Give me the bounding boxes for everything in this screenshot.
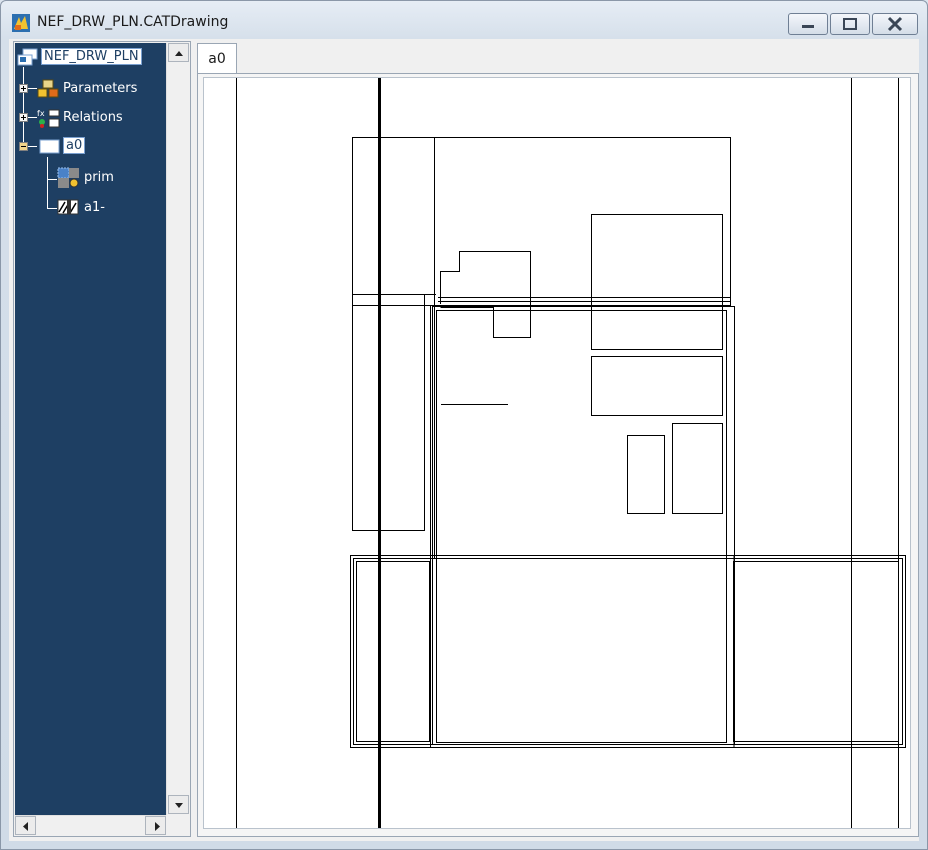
- window-title: NEF_DRW_PLN.CATDrawing: [37, 14, 229, 30]
- drawing-sheet-frame: [197, 73, 919, 837]
- svg-text:fx: fx: [37, 109, 45, 118]
- close-icon: [887, 16, 903, 32]
- tree-connector: [47, 179, 57, 180]
- scroll-left-button[interactable]: [15, 816, 36, 835]
- right-box-upper: [591, 214, 723, 350]
- scroll-right-button[interactable]: [145, 816, 166, 835]
- base-inner: [353, 558, 903, 745]
- tree-connector: [28, 117, 37, 118]
- tree-connector: [47, 208, 57, 209]
- main-view-icon: [57, 167, 79, 188]
- title-bar[interactable]: NEF_DRW_PLN.CATDrawing: [1, 1, 927, 39]
- arrow-left-icon: [23, 822, 28, 831]
- sheet-icon: [39, 139, 60, 154]
- arrow-up-icon: [175, 51, 183, 56]
- catia-drawing-icon: [12, 14, 30, 32]
- collapse-minus-icon[interactable]: [19, 142, 28, 151]
- main-body-inner: [436, 310, 727, 743]
- section-view-icon: [57, 199, 79, 215]
- client-area: NEF_DRW_PLN Parameters fx Relations a0 p…: [9, 39, 919, 841]
- tree-vertical-scrollbar[interactable]: [166, 43, 190, 815]
- base-left-bay: [356, 561, 430, 742]
- app-window: NEF_DRW_PLN.CATDrawing NEF_DRW_PLN Param…: [0, 0, 928, 850]
- tree-label-a0: a0: [63, 137, 86, 154]
- tree-label-a1: a1-: [84, 200, 105, 215]
- minimize-button[interactable]: [788, 13, 828, 35]
- tree-horizontal-scrollbar[interactable]: [15, 815, 166, 836]
- tree-connector: [28, 146, 37, 147]
- drawing-geometry: [236, 78, 906, 828]
- tree-label-parameters: Parameters: [63, 81, 138, 96]
- expand-plus-icon[interactable]: [19, 113, 28, 122]
- tree-connector: [28, 88, 37, 89]
- minimize-icon: [802, 25, 814, 28]
- tab-sheet-a0[interactable]: a0: [197, 43, 237, 73]
- parameters-icon: [37, 79, 59, 98]
- specification-tree-panel: NEF_DRW_PLN Parameters fx Relations a0 p…: [13, 41, 191, 837]
- tree-connector: [23, 67, 24, 147]
- small-box-left: [627, 435, 665, 514]
- main-body-outer: [432, 306, 735, 745]
- tree-connector: [47, 157, 48, 209]
- arrow-down-icon: [175, 803, 183, 808]
- close-button[interactable]: [872, 13, 918, 35]
- tree-label-root: NEF_DRW_PLN: [41, 48, 142, 65]
- drawing-root-icon: [17, 48, 38, 66]
- upper-block-outline: [352, 137, 731, 306]
- arrow-right-icon: [155, 822, 160, 831]
- maximize-button[interactable]: [830, 13, 870, 35]
- scroll-down-button[interactable]: [168, 795, 189, 814]
- right-box-middle: [591, 356, 723, 416]
- left-tall-block: [352, 294, 425, 531]
- maximize-icon: [843, 18, 857, 30]
- specification-tree[interactable]: NEF_DRW_PLN Parameters fx Relations a0 p…: [15, 43, 166, 815]
- base-right-bay: [733, 561, 899, 742]
- expand-plus-icon[interactable]: [19, 84, 28, 93]
- tree-label-prim: prim: [84, 170, 114, 185]
- relations-icon: fx: [37, 109, 60, 128]
- small-box-right: [672, 423, 723, 514]
- base-outer: [350, 555, 906, 748]
- tree-label-relations: Relations: [63, 110, 123, 125]
- scroll-up-button[interactable]: [168, 43, 189, 62]
- stepped-outline: [440, 251, 531, 338]
- drawing-canvas[interactable]: [203, 77, 911, 829]
